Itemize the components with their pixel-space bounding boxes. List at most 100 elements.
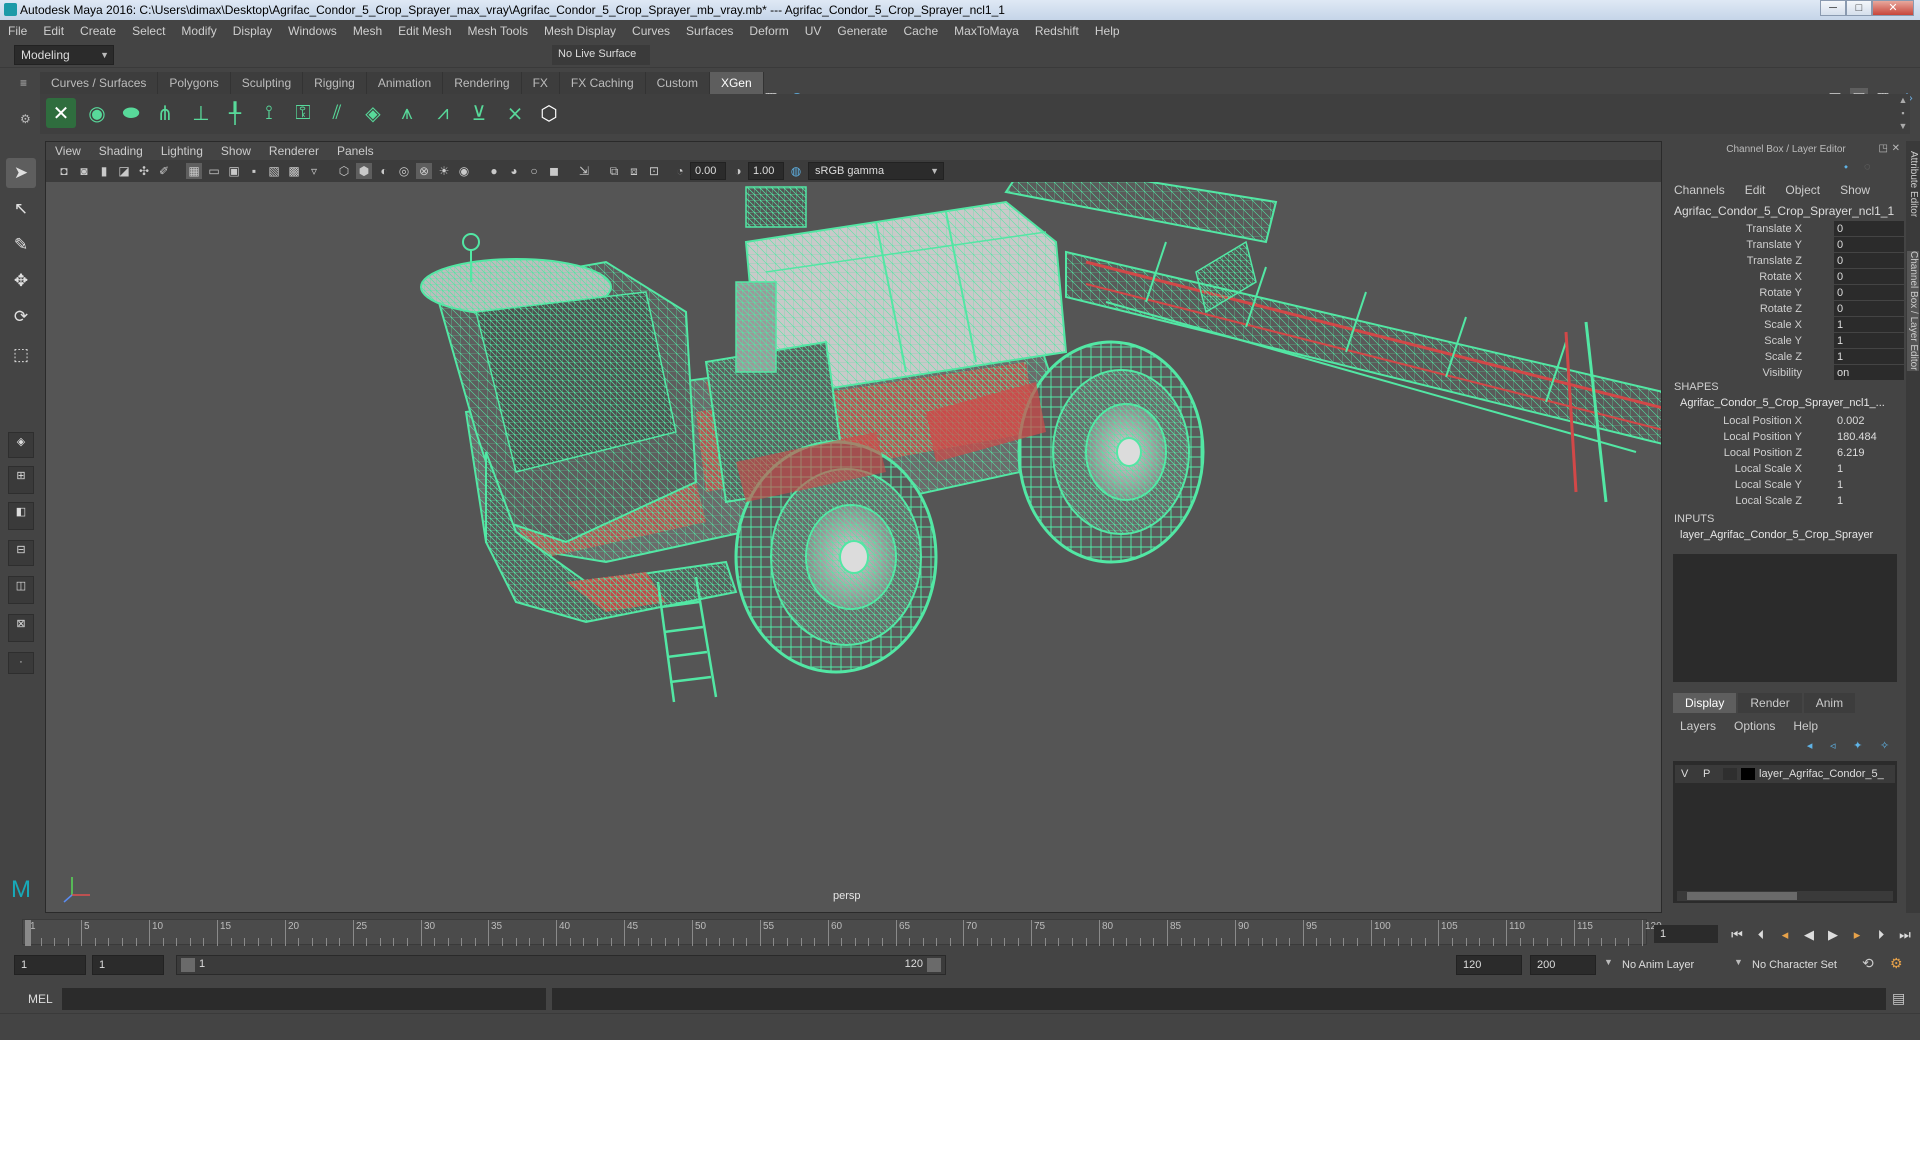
paint-select-tool-icon[interactable]: ✎ — [6, 230, 36, 260]
menu-edit-mesh[interactable]: Edit Mesh — [390, 24, 459, 38]
play-backwards-icon[interactable]: ◀ — [1800, 926, 1818, 944]
exposure-field[interactable]: 0.00 — [690, 162, 726, 180]
tab-xgen[interactable]: XGen — [709, 72, 764, 94]
maximize-button[interactable]: □ — [1846, 0, 1872, 16]
shape-attr-value[interactable]: 1 — [1834, 461, 1904, 477]
scene-canvas[interactable] — [46, 182, 1662, 913]
channel-value[interactable]: 0 — [1834, 269, 1904, 284]
tab-rigging[interactable]: Rigging — [303, 72, 367, 94]
channel-value[interactable]: 1 — [1834, 333, 1904, 348]
script-editor-icon[interactable]: ▤ — [1892, 990, 1905, 1007]
wireframe-on-shaded-icon[interactable]: ⊗ — [416, 163, 432, 179]
persp-graph-layout-icon[interactable]: ⊟ — [8, 540, 34, 566]
time-slider[interactable]: 1 5 10 15 20 25 30 35 40 45 50 55 60 65 70 75 80 85 90 95 10… — [0, 913, 1920, 949]
xgen-comb-icon[interactable]: ⩘ — [428, 98, 458, 128]
new-layer-selected-icon[interactable]: ✧ — [1880, 739, 1889, 755]
menu-uv[interactable]: UV — [797, 24, 830, 38]
time-ruler[interactable]: 1 5 10 15 20 25 30 35 40 45 50 55 60 65 70 75 80 85 90 95 10… — [22, 919, 1662, 946]
menu-generate[interactable]: Generate — [829, 24, 895, 38]
tab-rendering[interactable]: Rendering — [443, 72, 522, 94]
xgen-delete-icon[interactable]: ⨯ — [500, 98, 530, 128]
smooth-shade-icon[interactable]: ⬢ — [356, 163, 372, 179]
tab-sculpting[interactable]: Sculpting — [230, 72, 304, 94]
cb-menu-channels[interactable]: Channels — [1674, 183, 1725, 197]
shelf-scroll-arrows[interactable]: ▲ ▪ ▼ — [1896, 94, 1910, 134]
ambient-occlusion-icon[interactable]: ● — [486, 163, 502, 179]
chevron-down-icon[interactable]: ▼ — [1734, 957, 1743, 967]
menu-redshift[interactable]: Redshift — [1027, 24, 1087, 38]
selected-object-name[interactable]: Agrifac_Condor_5_Crop_Sprayer_ncl1_1 — [1674, 204, 1894, 218]
step-forward-key-icon[interactable]: ⏵ — [1872, 926, 1890, 944]
scale-tool-icon[interactable]: ⬚ — [6, 340, 36, 370]
color-management-icon[interactable]: ◍ — [788, 163, 804, 179]
layer-playback-toggle[interactable]: P — [1703, 765, 1710, 783]
use-all-lights-icon[interactable]: ☀ — [436, 163, 452, 179]
channel-translate-y[interactable]: Translate Y 0 — [1668, 237, 1904, 253]
channel-value[interactable]: 0 — [1834, 301, 1904, 316]
tab-fx[interactable]: FX — [521, 72, 560, 94]
channel-scale-x[interactable]: Scale X 1 — [1668, 317, 1904, 333]
step-back-key-icon[interactable]: ⏴ — [1752, 926, 1770, 944]
gamma-icon[interactable]: ◑ — [730, 163, 746, 179]
tab-curves-surfaces[interactable]: Curves / Surfaces — [40, 72, 159, 94]
input-node-name[interactable]: layer_Agrifac_Condor_5_Crop_Sprayer — [1680, 529, 1873, 541]
cb-menu-object[interactable]: Object — [1785, 183, 1820, 197]
exposure-icon[interactable]: ◔ — [672, 163, 688, 179]
safe-action-icon[interactable]: ▩ — [286, 163, 302, 179]
scrollbar-thumb[interactable] — [1687, 892, 1797, 900]
current-frame-field[interactable]: 1 — [1654, 925, 1718, 943]
close-panel-icon[interactable]: ✕ — [1892, 143, 1900, 154]
single-perspective-layout-icon[interactable]: ◈ — [8, 432, 34, 458]
chevron-down-icon[interactable]: ▼ — [1604, 957, 1613, 967]
layer-color-swatch[interactable] — [1741, 768, 1755, 780]
textured-icon[interactable]: ◎ — [396, 163, 412, 179]
channel-value[interactable]: 0 — [1834, 237, 1904, 252]
xgen-cut-icon[interactable]: ⩚ — [392, 98, 422, 128]
menu-windows[interactable]: Windows — [280, 24, 345, 38]
channel-rotate-x[interactable]: Rotate X 0 — [1668, 269, 1904, 285]
rotate-tool-icon[interactable]: ⟳ — [6, 302, 36, 332]
vp-menu-renderer[interactable]: Renderer — [260, 142, 328, 160]
menu-set-dropdown[interactable]: Modeling ▼ — [14, 45, 114, 65]
cb-menu-show[interactable]: Show — [1840, 183, 1870, 197]
channel-rotate-z[interactable]: Rotate Z 0 — [1668, 301, 1904, 317]
default-lighting-icon[interactable]: ◐ — [376, 163, 392, 179]
xgen-eye-icon[interactable]: ◉ — [82, 98, 112, 128]
menu-cache[interactable]: Cache — [895, 24, 946, 38]
menu-select[interactable]: Select — [124, 24, 173, 38]
live-surface-field[interactable]: No Live Surface — [552, 45, 650, 65]
isolate-select-icon[interactable]: ⇲ — [576, 163, 592, 179]
grease-pencil-icon[interactable]: ✐ — [156, 163, 172, 179]
le-menu-options[interactable]: Options — [1734, 719, 1775, 733]
layer-name[interactable]: layer_Agrifac_Condor_5_ — [1759, 765, 1884, 783]
menu-mesh-display[interactable]: Mesh Display — [536, 24, 624, 38]
channel-translate-z[interactable]: Translate Z 0 — [1668, 253, 1904, 269]
script-language-label[interactable]: MEL — [28, 992, 53, 1006]
xray-components-icon[interactable]: ⊡ — [646, 163, 662, 179]
range-end-handle[interactable] — [927, 958, 941, 972]
minimize-button[interactable]: ─ — [1820, 0, 1846, 16]
move-layer-down-icon[interactable]: ◃ — [1830, 739, 1836, 755]
tab-render[interactable]: Render — [1738, 693, 1802, 713]
close-button[interactable]: ✕ — [1872, 0, 1914, 16]
channel-value[interactable]: 0 — [1834, 285, 1904, 300]
channel-key-icon[interactable]: ⬩ — [1844, 161, 1848, 174]
persp-hypershade-layout-icon[interactable]: ◫ — [8, 576, 34, 604]
tab-fx-caching[interactable]: FX Caching — [559, 72, 646, 94]
new-layer-icon[interactable]: ✦ — [1853, 739, 1862, 755]
channel-rotate-y[interactable]: Rotate Y 0 — [1668, 285, 1904, 301]
shape-local-scale-x[interactable]: Local Scale X 1 — [1668, 461, 1904, 477]
layer-visibility-toggle[interactable]: V — [1681, 765, 1688, 783]
animation-preferences-icon[interactable]: ⚙ — [1890, 955, 1903, 972]
xgen-flatten-icon[interactable]: ⊻ — [464, 98, 494, 128]
menu-deform[interactable]: Deform — [741, 24, 796, 38]
2d-pan-zoom-icon[interactable]: ✣ — [136, 163, 152, 179]
range-slider-bar[interactable]: 1 120 — [176, 955, 946, 975]
channel-value[interactable]: 0 — [1834, 221, 1904, 236]
menu-maxtomaya[interactable]: MaxToMaya — [946, 24, 1027, 38]
viewport-panel[interactable]: View Shading Lighting Show Renderer Pane… — [45, 141, 1662, 913]
shape-attr-value[interactable]: 6.219 — [1834, 445, 1904, 461]
le-menu-layers[interactable]: Layers — [1680, 719, 1716, 733]
xgen-layers-icon[interactable]: ◈ — [358, 98, 388, 128]
menu-curves[interactable]: Curves — [624, 24, 678, 38]
